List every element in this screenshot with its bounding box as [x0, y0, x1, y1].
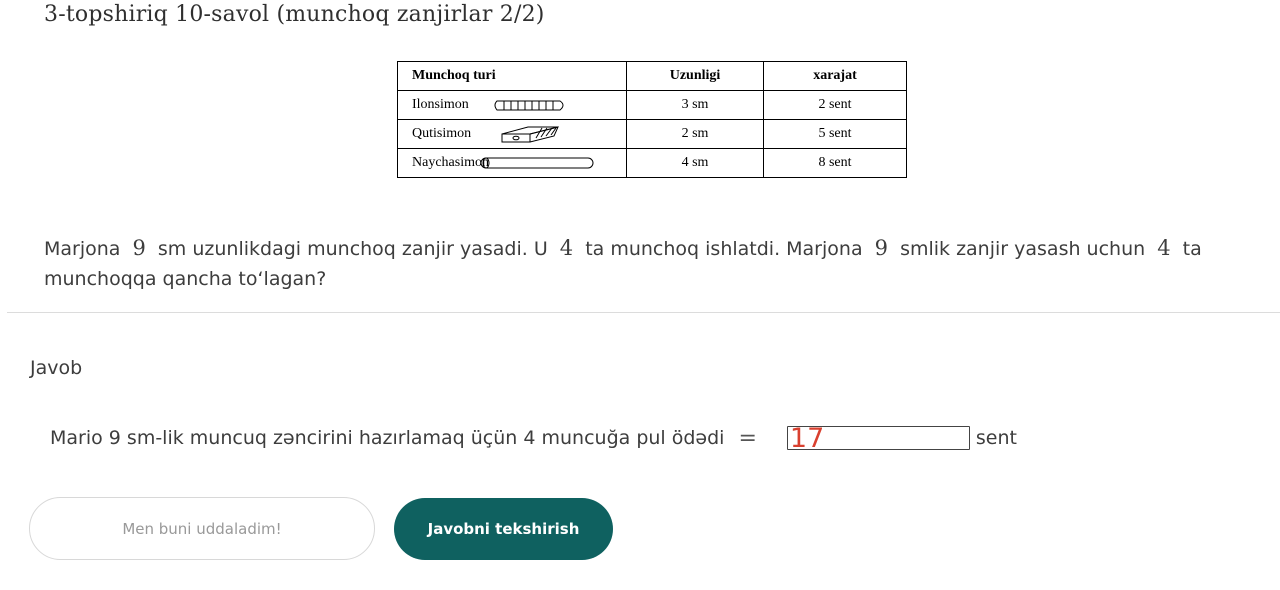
- table-row: Qutisimon 2 sm 5 sent: [397, 119, 907, 149]
- question-text: Marjona 9 sm uzunlikdagi munchoq zanjir …: [44, 233, 1259, 294]
- question-number: 4: [559, 236, 574, 260]
- bead-name-cell: Naychasimon: [397, 148, 627, 178]
- cost-cell: 5 sent: [763, 119, 907, 149]
- question-fragment: ta munchoq ishlatdi. Marjona: [585, 238, 863, 260]
- length-cell: 3 sm: [626, 90, 764, 120]
- tube-bead-icon: [480, 157, 594, 169]
- page-title: 3-topshiriq 10-savol (munchoq zanjirlar …: [44, 2, 545, 27]
- table-row: Ilonsimon 3 sm 2 sent: [397, 90, 907, 120]
- bead-name: Naychasimon: [412, 155, 489, 170]
- bead-table: Munchoq turi Uzunligi xarajat Ilonsimon …: [397, 61, 907, 178]
- bead-name-cell: Qutisimon: [397, 119, 627, 149]
- bead-name-cell: Ilonsimon: [397, 90, 627, 120]
- equals-sign: =: [738, 425, 757, 451]
- bead-name: Qutisimon: [412, 126, 472, 141]
- table-header-row: Munchoq turi Uzunligi xarajat: [397, 61, 907, 91]
- snake-bead-icon: [494, 100, 564, 111]
- cost-cell: 8 sent: [763, 148, 907, 178]
- check-answer-button[interactable]: Javobni tekshirish: [394, 498, 613, 560]
- section-divider: [7, 312, 1280, 313]
- length-cell: 4 sm: [626, 148, 764, 178]
- answer-input[interactable]: 17: [786, 423, 970, 454]
- answer-unit: sent: [975, 427, 1017, 449]
- question-number: 4: [1157, 236, 1171, 260]
- answer-row: Mario 9 sm-lik muncuq zəncirini hazırlam…: [50, 423, 1017, 454]
- i-did-it-button[interactable]: Men buni uddaladim!: [29, 497, 375, 560]
- table-row: Naychasimon 4 sm 8 sent: [397, 148, 907, 178]
- column-header: Uzunligi: [626, 61, 764, 91]
- question-number: 9: [874, 236, 889, 260]
- question-number: 9: [132, 236, 146, 260]
- box-bead-icon: [501, 126, 559, 143]
- answer-label: Javob: [30, 357, 83, 379]
- answer-sentence: Mario 9 sm-lik muncuq zəncirini hazırlam…: [50, 427, 725, 449]
- length-cell: 2 sm: [626, 119, 764, 149]
- bead-name: Ilonsimon: [412, 97, 469, 112]
- answer-value: 17: [789, 423, 825, 454]
- cost-cell: 2 sent: [763, 90, 907, 120]
- question-fragment: sm uzunlikdagi munchoq zanjir yasadi. U: [157, 238, 548, 260]
- column-header: Munchoq turi: [397, 61, 627, 91]
- column-header: xarajat: [763, 61, 907, 91]
- question-fragment: Marjona: [44, 238, 121, 260]
- question-fragment: smlik zanjir yasash uchun: [900, 238, 1146, 260]
